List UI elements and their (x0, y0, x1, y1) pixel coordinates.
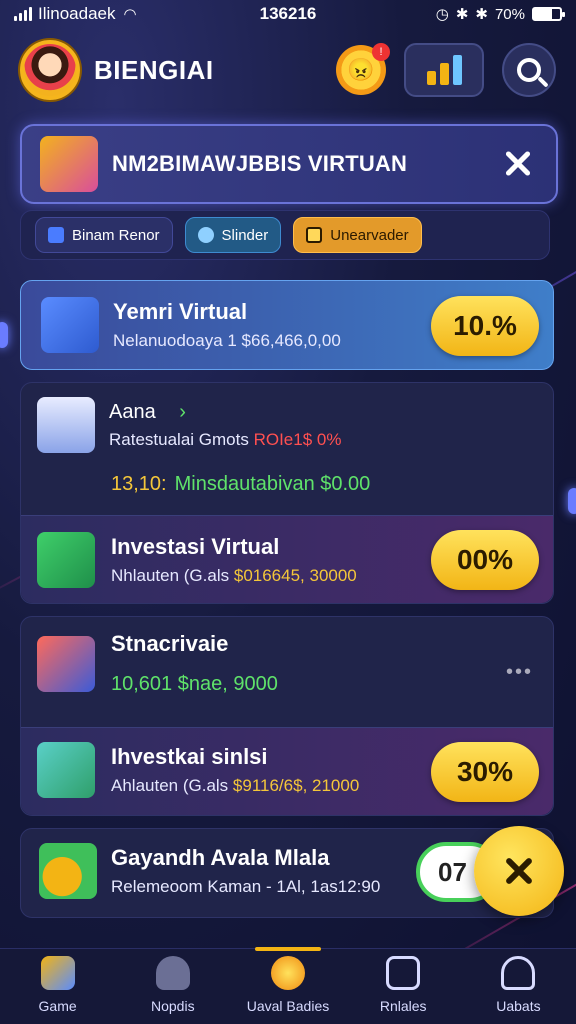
card-amount: $9116/6$, 21000 (232, 776, 360, 795)
battery-percent: 70% (494, 5, 525, 23)
game-icon (40, 956, 75, 990)
search-icon (517, 58, 541, 82)
chart-thumb-icon (37, 635, 95, 692)
filter-chips: Binam Renor Slinder Unearvader (20, 210, 550, 260)
notification-badge: ! (372, 43, 390, 61)
battery-icon (532, 7, 565, 21)
card-title: Yemri Virtual (113, 299, 248, 324)
profile-icon (501, 956, 536, 990)
slider-icon (197, 227, 214, 243)
sun-mascot-icon[interactable]: 😠 ! (336, 43, 390, 95)
nav-item-nopdis[interactable]: Nopdis (115, 949, 230, 1024)
lock-icon (306, 227, 323, 243)
card-subtitle: Nelanuodoaya 1 $66,466,0,00 (113, 331, 341, 350)
card-subtitle: Relemeoom Kaman - 1Al, 1as12:90 (111, 877, 381, 896)
investment-card[interactable]: Ihvestkai sinlsi Ahlauten (G.als $9116/6… (21, 727, 553, 815)
investment-card[interactable]: Investasi Virtual Nhlauten (G.als $01664… (21, 515, 553, 603)
search-button[interactable] (502, 43, 556, 97)
card-value: 10,601 $nae, 9000 (111, 673, 278, 695)
coins-thumb-icon (39, 843, 97, 899)
card-title: Investasi Virtual (111, 534, 280, 559)
chip-label: Unearvader (330, 226, 409, 244)
chip-binam-renor[interactable]: Binam Renor (35, 217, 173, 253)
card-title: Gayandh Avala Mlala (111, 845, 330, 870)
chip-slinder[interactable]: Slinder (184, 217, 282, 253)
nav-item-uabats[interactable]: Uabats (461, 949, 576, 1024)
investment-card[interactable]: Yemri Virtual Nelanuodoaya 1 $66,466,0,0… (20, 280, 554, 370)
card-subtitle: Nhlauten (G.als (111, 566, 230, 585)
chip-label: Slinder (221, 226, 269, 244)
app-title: BIENGIAI (94, 54, 214, 85)
card-value: 13,10: (111, 473, 167, 495)
investment-group: Stnacrivaie 10,601 $nae, 9000 ••• Ihvest… (20, 616, 554, 816)
signal-icon (14, 7, 32, 21)
chip-unearvader[interactable]: Unearvader (293, 217, 422, 253)
nav-item-rnlales[interactable]: Rnlales (346, 949, 461, 1024)
carrier-label: Ilinoadaek (38, 4, 116, 23)
smile-icon (386, 956, 421, 990)
person-illustration-icon (40, 136, 98, 192)
money-thumb-icon (37, 532, 95, 588)
percent-badge[interactable]: 10.% (431, 296, 539, 356)
card-title: Stnacrivaie (111, 631, 229, 656)
promo-banner[interactable]: NM2BIMAWJBBIS VIRTUAN (20, 124, 558, 204)
nav-label: Rnlales (379, 998, 427, 1014)
bottom-nav: Game Nopdis Uaval Badies Rnlales Uabats (0, 947, 576, 1024)
nav-item-game[interactable]: Game (0, 949, 115, 1024)
card-title: Aana (109, 400, 156, 423)
status-time: 136216 (259, 4, 317, 23)
percent-badge[interactable]: 00% (431, 530, 539, 590)
app-header: BIENGIAI 😠 ! (0, 30, 576, 110)
chip-label: Binam Renor (72, 226, 160, 244)
card-return: ROIe1$ 0% (253, 429, 342, 449)
card-title: Ihvestkai sinlsi (111, 744, 268, 769)
banner-text: NM2BIMAWJBBIS VIRTUAN (112, 151, 408, 176)
nav-label: Uaval Badies (246, 998, 330, 1014)
stats-thumb-icon (37, 742, 95, 798)
close-fab-button[interactable] (474, 826, 564, 916)
chart-thumb-icon (41, 297, 99, 353)
nav-item-uaval-badies[interactable]: Uaval Badies (230, 947, 345, 1024)
alarm-icon: ◷ (435, 6, 449, 23)
nav-label: Nopdis (151, 998, 195, 1014)
side-scroll-dot (568, 488, 576, 514)
chart-icon[interactable] (404, 43, 484, 97)
percent-badge[interactable]: 30% (431, 742, 539, 802)
bluetooth-icon-2: ✱ (475, 6, 488, 23)
avatar[interactable] (20, 40, 80, 100)
investment-group: Aana › Ratestualai Gmots ROIe1$ 0% 13,10… (20, 382, 554, 604)
close-icon[interactable] (498, 144, 538, 184)
card-icon (48, 227, 64, 243)
wifi-icon: ◠ (123, 6, 137, 23)
card-subtitle: Ahlauten (G.als (111, 776, 229, 795)
nav-label: Game (38, 998, 77, 1014)
chevron-right-icon[interactable]: › (179, 401, 186, 423)
side-scroll-dot (0, 322, 8, 348)
more-icon[interactable]: ••• (506, 661, 533, 684)
person-icon (155, 956, 190, 990)
nav-label: Uabats (496, 998, 541, 1014)
status-bar: Ilinoadaek ◠ 136216 ◷ ✱ ✱ 70% (0, 0, 576, 28)
browser-thumb-icon (37, 397, 95, 453)
card-value-detail: Minsdautabivan $0.00 (174, 473, 371, 495)
bluetooth-icon: ✱ (455, 6, 469, 23)
star-icon (271, 956, 305, 990)
card-amount: $016645, 30000 (233, 566, 357, 585)
card-subtitle: Ratestualai Gmots (109, 429, 249, 449)
